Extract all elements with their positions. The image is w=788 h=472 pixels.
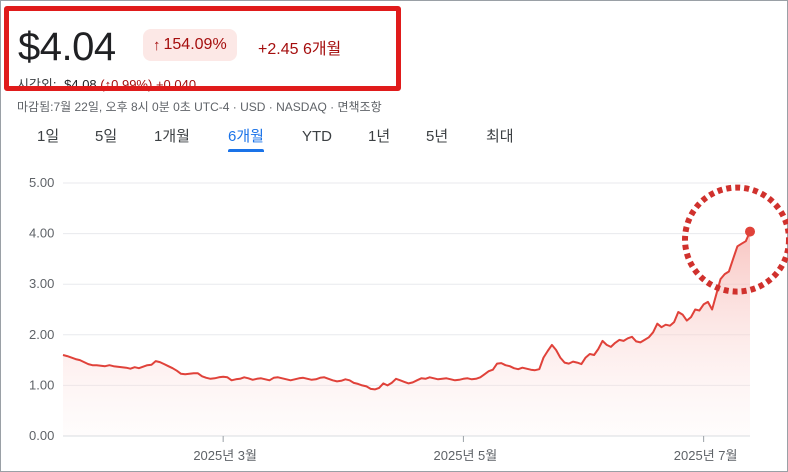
y-tick-label: 5.00: [29, 175, 54, 190]
y-axis-ticks: 0.00 1.00 2.00 3.00 4.00 5.00: [29, 175, 54, 443]
x-tick-label: 2025년 3월: [193, 448, 257, 463]
price-chart[interactable]: 0.00 1.00 2.00 3.00 4.00 5.00 2025년 3월 2025년 5…: [0, 0, 788, 472]
x-tick-label: 2025년 5월: [434, 448, 498, 463]
y-tick-label: 3.00: [29, 276, 54, 291]
y-tick-label: 1.00: [29, 377, 54, 392]
y-tick-label: 0.00: [29, 428, 54, 443]
x-axis-ticks: 2025년 3월 2025년 5월 2025년 7월: [193, 436, 737, 463]
y-tick-label: 2.00: [29, 327, 54, 342]
y-tick-label: 4.00: [29, 226, 54, 241]
x-tick-label: 2025년 7월: [674, 448, 738, 463]
latest-price-dot: [745, 226, 755, 237]
price-area-fill: [63, 231, 750, 436]
